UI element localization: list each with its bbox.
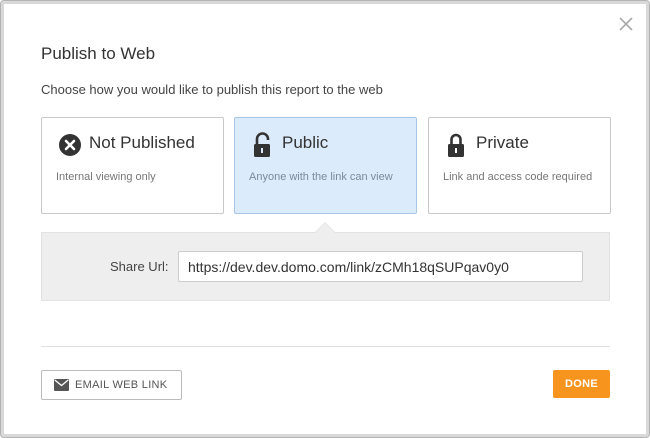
locked-padlock-icon bbox=[448, 133, 464, 157]
x-circle-icon bbox=[59, 134, 81, 156]
dialog-title: Publish to Web bbox=[41, 44, 156, 63]
option-description: Anyone with the link can view bbox=[249, 171, 393, 183]
option-label: Public bbox=[282, 133, 329, 152]
share-url-label: Share Url: bbox=[110, 259, 169, 274]
option-public[interactable]: Public Anyone with the link can view bbox=[234, 117, 417, 214]
option-not-published[interactable]: Not Published Internal viewing only bbox=[41, 117, 224, 214]
option-label: Not Published bbox=[89, 133, 195, 152]
email-web-link-button[interactable]: EMAIL WEB LINK bbox=[41, 370, 182, 400]
done-button[interactable]: DONE bbox=[553, 370, 610, 398]
option-label: Private bbox=[476, 133, 529, 152]
option-description: Internal viewing only bbox=[56, 171, 156, 183]
unlocked-padlock-icon bbox=[254, 132, 270, 157]
option-private[interactable]: Private Link and access code required bbox=[428, 117, 611, 214]
publish-dialog: Publish to Web Choose how you would like… bbox=[0, 0, 650, 438]
share-url-input[interactable] bbox=[178, 251, 583, 282]
close-icon[interactable] bbox=[617, 15, 635, 33]
panel-pointer-fill bbox=[315, 223, 335, 233]
option-description: Link and access code required bbox=[443, 171, 593, 183]
envelope-icon bbox=[54, 379, 69, 391]
email-web-link-label: EMAIL WEB LINK bbox=[75, 379, 168, 391]
dialog-subtitle: Choose how you would like to publish thi… bbox=[41, 82, 383, 97]
footer-divider bbox=[41, 346, 610, 347]
